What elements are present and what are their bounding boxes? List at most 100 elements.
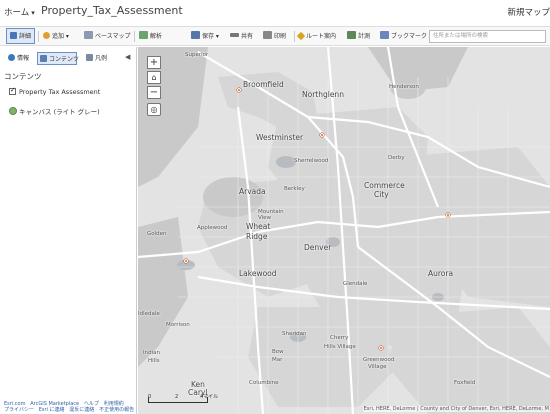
place-label: Westminster	[256, 133, 304, 142]
basemap-button[interactable]: ベースマップ	[84, 30, 131, 43]
home-menu[interactable]: ホーム ▾	[4, 6, 35, 18]
place-label: Glendale	[343, 281, 368, 287]
collapse-panel-icon[interactable]: ◀	[125, 53, 130, 61]
place-label: Foxfield	[454, 380, 476, 386]
place-label: Henderson	[389, 84, 419, 90]
analysis-button[interactable]: 解析	[139, 30, 162, 43]
save-button[interactable]: 保存 ▾	[191, 30, 219, 43]
place-label: Derby	[388, 155, 405, 161]
layer-label: Property Tax Assessment	[19, 88, 101, 96]
place-label: Golden	[147, 231, 167, 237]
share-button[interactable]: 共有	[230, 30, 253, 43]
share-icon	[230, 33, 239, 37]
details-label: 詳細	[19, 33, 32, 40]
bookmark-icon	[380, 31, 389, 39]
new-map-button[interactable]: 新規マップ	[507, 6, 550, 18]
place-label: Greenwood	[363, 357, 395, 363]
place-label: Sheridan	[282, 331, 307, 337]
footer-link[interactable]: Esri に連絡	[39, 407, 65, 413]
place-label: Northglenn	[302, 90, 344, 99]
zoom-out-button[interactable]: −	[147, 86, 161, 99]
toolbar-divider	[38, 31, 39, 42]
zoom-in-button[interactable]: +	[147, 56, 161, 69]
footer-link[interactable]: 違反に連絡	[69, 407, 94, 413]
footer-link[interactable]: 不正使用の報告	[99, 407, 134, 413]
map-view[interactable]: Superior Broomfield Northglenn Henderson Wes…	[138, 47, 550, 414]
locate-button[interactable]: ◎	[147, 103, 161, 116]
place-label: Mar	[272, 357, 283, 363]
feature-marker[interactable]	[379, 346, 383, 350]
map-attribution: Esri, HERE, DeLorme | County and City of…	[362, 406, 550, 412]
feature-marker[interactable]	[320, 133, 324, 137]
save-icon	[191, 31, 200, 39]
toolbar-divider	[294, 31, 295, 42]
layer-item[interactable]: Property Tax Assessment	[9, 86, 101, 96]
scale-label: 0	[148, 394, 152, 400]
place-label: Ridge	[246, 232, 268, 241]
feature-marker[interactable]	[184, 259, 188, 263]
place-label: Columbine	[249, 380, 279, 386]
scale-label: 4マイル	[200, 394, 219, 400]
basemap-label: キャンバス (ライト グレー)	[19, 108, 100, 116]
tab-info[interactable]: 情報	[6, 52, 34, 65]
search-input[interactable]: 住所または場所の検索	[429, 30, 546, 43]
details-button[interactable]: 詳細	[6, 28, 35, 44]
add-label: 追加	[52, 33, 65, 40]
details-icon	[10, 32, 17, 39]
measure-button[interactable]: 計測	[347, 30, 370, 43]
contents-icon	[40, 55, 47, 62]
measure-label: 計測	[358, 33, 371, 40]
place-label: Hills	[148, 358, 160, 364]
analysis-label: 解析	[150, 33, 163, 40]
print-label: 印刷	[274, 33, 287, 40]
place-label: City	[374, 190, 389, 199]
directions-button[interactable]: ルート案内	[296, 30, 337, 43]
place-label: Village	[368, 364, 387, 370]
bookmarks-label: ブックマーク	[391, 33, 428, 40]
scale-label: 2	[175, 394, 179, 400]
place-label: Morrison	[166, 322, 190, 328]
place-label: Broomfield	[243, 80, 284, 89]
place-label: Sherrelwood	[294, 158, 329, 164]
analysis-icon	[139, 31, 148, 39]
tab-contents-label: コンテンツ	[49, 56, 80, 63]
toolbar: 詳細 追加 ▾ ベースマップ 解析 保存 ▾ 共有 印刷 ルート案内 計測 ブッ…	[0, 26, 550, 46]
place-label: Cherry	[330, 335, 349, 341]
place-label: Idledale	[138, 311, 160, 317]
add-icon	[43, 32, 50, 39]
toolbar-divider	[134, 31, 135, 42]
print-button[interactable]: 印刷	[263, 30, 286, 43]
place-label: Commerce	[364, 181, 405, 190]
layer-checkbox[interactable]	[9, 86, 16, 95]
print-icon	[263, 31, 272, 39]
place-label: Indian	[143, 350, 160, 356]
feature-marker[interactable]	[237, 88, 241, 92]
tab-legend[interactable]: 凡例	[84, 52, 112, 65]
caret-down-icon: ▾	[31, 9, 35, 17]
place-label: Arvada	[239, 187, 266, 196]
place-label: Superior	[185, 52, 209, 58]
place-label: View	[258, 215, 272, 221]
footer-links-2: プライバシー Esri に連絡 違反に連絡 不正使用の報告	[4, 406, 134, 413]
legend-icon	[86, 54, 93, 61]
place-label: Aurora	[428, 269, 454, 278]
basemap-item[interactable]: キャンバス (ライト グレー)	[9, 106, 100, 116]
directions-label: ルート案内	[306, 33, 337, 40]
place-label: Hills Village	[324, 344, 356, 350]
place-label: Applewood	[197, 225, 228, 231]
title-bar: ホーム ▾ Property_Tax_Assessment 新規マップ	[0, 0, 550, 24]
footer-link[interactable]: プライバシー	[4, 407, 34, 413]
feature-marker[interactable]	[446, 213, 450, 217]
place-label: Denver	[304, 243, 332, 252]
bookmarks-button[interactable]: ブックマーク	[380, 30, 427, 43]
section-title: コンテンツ	[4, 72, 42, 81]
place-label: Wheat	[246, 222, 271, 231]
home-label: ホーム	[4, 8, 30, 18]
tab-contents[interactable]: コンテンツ	[37, 52, 80, 65]
home-extent-button[interactable]: ⌂	[147, 71, 161, 84]
info-icon	[8, 54, 15, 61]
add-button[interactable]: 追加 ▾	[43, 30, 69, 43]
measure-icon	[347, 31, 356, 39]
save-label: 保存	[202, 33, 215, 40]
place-label: Berkley	[284, 186, 305, 192]
